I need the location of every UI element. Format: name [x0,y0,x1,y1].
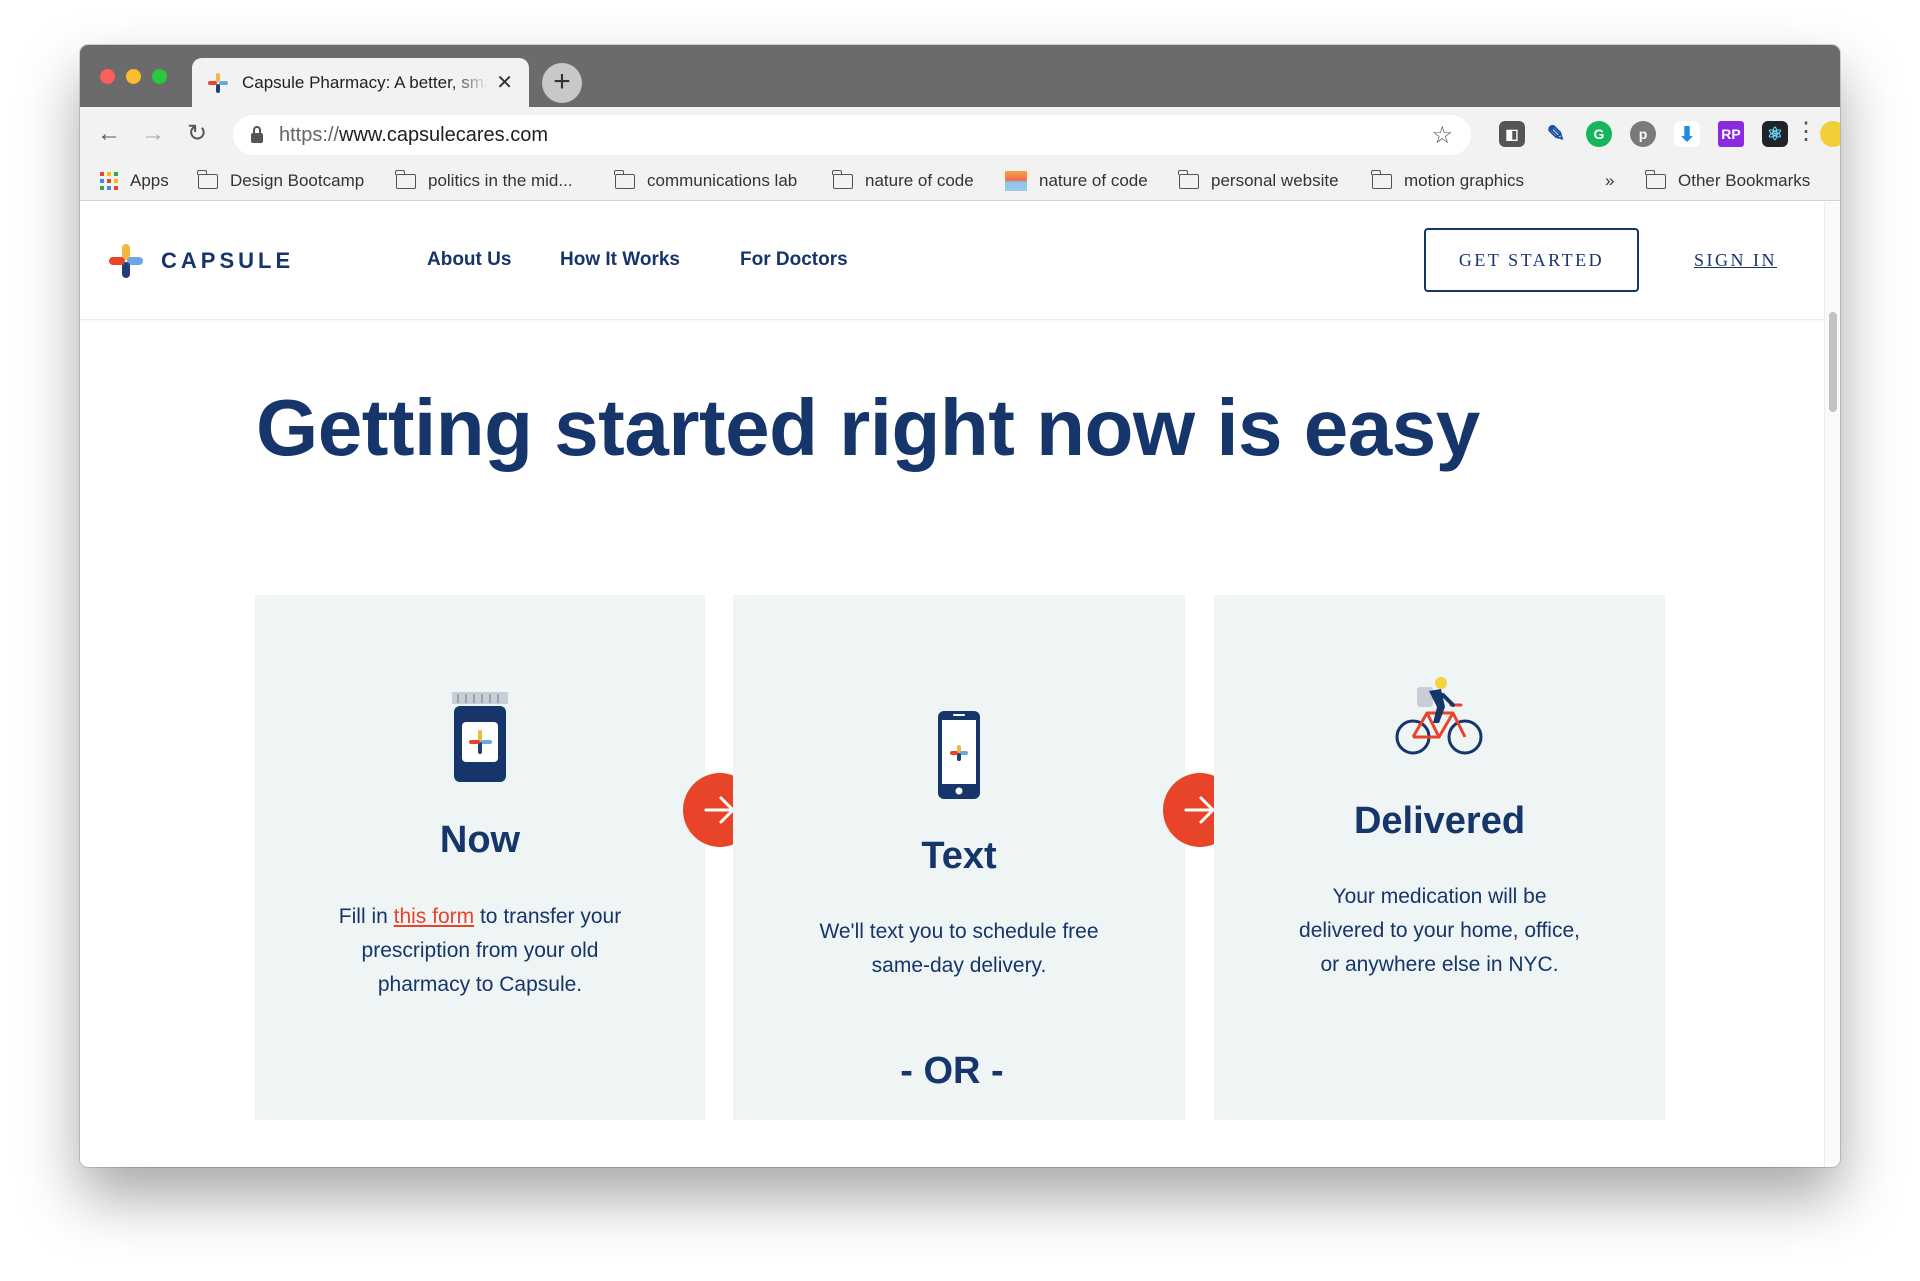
folder-icon [395,169,416,189]
tab-title: Capsule Pharmacy: A better, smarter [242,72,488,92]
bookmarks-overflow-chevron-icon[interactable]: » [1605,161,1614,201]
bookmark-nature-of-code-link[interactable]: nature of code [1005,161,1148,201]
bookmark-personal-website[interactable]: personal website [1178,161,1339,201]
step-description: Fill in this form to transfer your presc… [325,900,635,1002]
close-tab-icon[interactable]: ✕ [496,73,513,93]
highlighter-extension-icon[interactable]: ✎ [1543,121,1569,147]
step-title: Now [439,819,521,861]
url-text[interactable]: https://www.capsulecares.com [279,124,1431,147]
keeper-extension-icon[interactable]: ◧ [1499,121,1525,147]
nav-about-us[interactable]: About Us [427,249,511,271]
bookmark-label: communications lab [647,171,798,190]
nav-how-it-works[interactable]: How It Works [560,249,680,271]
rp-extension-icon[interactable]: RP [1718,121,1744,147]
tab-strip: Capsule Pharmacy: A better, smarter ✕ + [80,45,1840,107]
folder-icon [1645,169,1666,189]
brand-name: CAPSULE [161,248,295,273]
web-page: CAPSULE About Us How It Works For Doctor… [80,202,1824,1167]
react-devtools-icon[interactable]: ⚛ [1762,121,1788,147]
capsule-logo-icon [109,244,143,278]
this-form-link[interactable]: this form [394,905,475,928]
bookmark-design-bootcamp[interactable]: Design Bootcamp [197,161,365,201]
bookmark-star-icon[interactable]: ☆ [1431,121,1453,150]
back-arrow-icon[interactable]: ← [92,117,126,151]
step-title: Delivered [1353,800,1526,842]
close-window-button[interactable] [100,69,115,84]
bookmark-label: nature of code [865,171,974,190]
site-header: CAPSULE About Us How It Works For Doctor… [80,202,1824,320]
bookmark-politics[interactable]: politics in the mid... [395,161,573,201]
apps-grid-icon [100,172,118,190]
minimize-window-button[interactable] [126,69,141,84]
step-text-before: Fill in [338,905,394,928]
lock-icon [251,126,263,143]
profile-avatar[interactable] [1820,121,1840,147]
bookmarks-bar: Apps Design Bootcamp politics in the mid… [80,161,1840,201]
address-bar[interactable]: https://www.capsulecares.com ☆ [233,115,1471,155]
grammarly-extension-icon[interactable]: G [1586,121,1612,147]
hero-title: Getting started right now is easy [256,383,1480,472]
bookmark-label: Apps [130,171,169,190]
bookmark-label: nature of code [1039,171,1148,190]
step-description: We'll text you to schedule free same-day… [819,920,1099,977]
bookmark-label: Other Bookmarks [1678,171,1811,190]
sunset-favicon-icon [1005,171,1027,191]
bookmark-label: politics in the mid... [428,171,573,190]
bookmark-label: personal website [1211,171,1339,190]
step-title: Text [921,835,997,877]
step-card-now: Now Fill in this form to transfer your p… [255,595,705,1120]
capsule-favicon-icon [208,72,228,93]
step-card-text: Text We'll text you to schedule free sam… [733,595,1185,1120]
pinterest-extension-icon[interactable]: p [1630,121,1656,147]
nav-for-doctors[interactable]: For Doctors [740,249,848,271]
url-host: www.capsulecares.com [339,123,548,146]
url-scheme: https:// [279,123,340,146]
forward-arrow-icon[interactable]: → [136,117,170,151]
bookmark-communications-lab[interactable]: communications lab [614,161,798,201]
page-scrollbar[interactable] [1824,202,1840,1167]
step-card-delivered: Delivered Your medication will be delive… [1214,595,1665,1120]
folder-icon [614,169,635,189]
bookmark-label: Design Bootcamp [230,171,365,190]
folder-icon [1371,169,1392,189]
browser-window: Capsule Pharmacy: A better, smarter ✕ + … [80,45,1840,1167]
scrollbar-thumb[interactable] [1829,312,1837,412]
folder-icon [197,169,218,189]
browser-toolbar: ← → ↻ https://www.capsulecares.com ☆ ◧ ✎… [80,107,1840,161]
bookmark-other-bookmarks[interactable]: Other Bookmarks [1645,161,1811,201]
download-extension-icon[interactable]: ⬇ [1674,121,1700,147]
new-tab-button[interactable]: + [542,63,582,103]
reload-icon[interactable]: ↻ [180,117,214,151]
smartphone-icon [937,710,981,805]
bookmark-nature-of-code-folder[interactable]: nature of code [832,161,974,201]
maximize-window-button[interactable] [152,69,167,84]
bookmark-label: motion graphics [1404,171,1525,190]
active-tab[interactable]: Capsule Pharmacy: A better, smarter ✕ [192,58,529,107]
bicycle-courier-icon [1395,677,1485,762]
menu-kebab-icon[interactable]: ⋮ [1794,117,1818,146]
or-divider: - OR - [900,1050,1004,1092]
pill-bottle-icon [450,692,510,787]
get-started-button[interactable]: GET STARTED [1424,228,1639,292]
sign-in-link[interactable]: SIGN IN [1694,250,1777,271]
bookmark-apps[interactable]: Apps [100,161,169,201]
capsule-logo[interactable]: CAPSULE [109,244,294,278]
folder-icon [832,169,853,189]
step-description: Your medication will be delivered to you… [1299,885,1580,976]
folder-icon [1178,169,1199,189]
bookmark-motion-graphics[interactable]: motion graphics [1371,161,1525,201]
